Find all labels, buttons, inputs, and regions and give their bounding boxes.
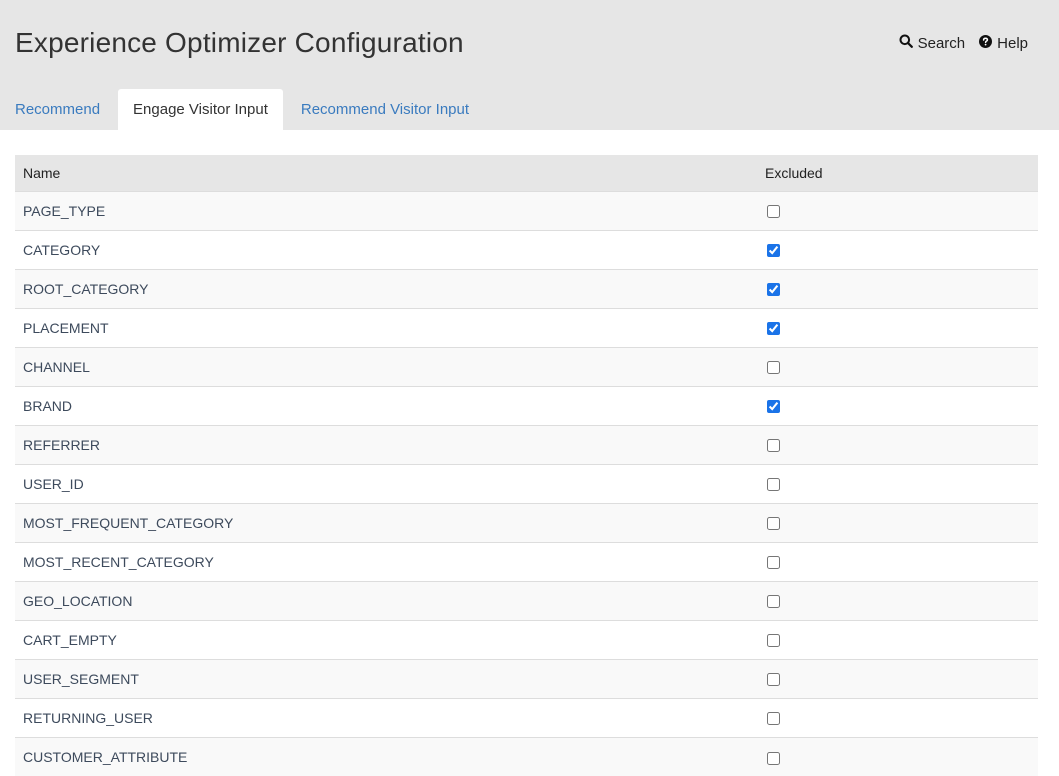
- search-link[interactable]: Search: [899, 34, 966, 52]
- row-excluded-cell: [758, 620, 1038, 659]
- row-name: GEO_LOCATION: [23, 592, 133, 609]
- row-excluded-cell: [758, 386, 1038, 425]
- table-row: BRAND: [15, 386, 1038, 425]
- column-header-name: Name: [23, 164, 61, 181]
- table-row: CATEGORY: [15, 230, 1038, 269]
- excluded-checkbox[interactable]: [767, 205, 780, 219]
- table-row: PAGE_TYPE: [15, 191, 1038, 230]
- help-link[interactable]: Help: [979, 34, 1028, 52]
- row-excluded-cell: [758, 737, 1038, 776]
- row-excluded-cell: [758, 425, 1038, 464]
- tab-engage-visitor-input[interactable]: Engage Visitor Input: [118, 89, 283, 130]
- row-name: BRAND: [23, 397, 73, 414]
- row-excluded-cell: [758, 698, 1038, 737]
- visitor-input-table: Name Excluded PAGE_TYPE CATEGORY ROOT_CATE…: [15, 155, 1038, 776]
- table-header-row: Name Excluded: [15, 155, 1038, 191]
- row-name: CHANNEL: [23, 358, 90, 375]
- excluded-checkbox[interactable]: [767, 673, 780, 687]
- row-name: ROOT_CATEGORY: [23, 280, 149, 297]
- page-header: Experience Optimizer Configuration Searc…: [0, 0, 1059, 130]
- excluded-checkbox[interactable]: [767, 556, 780, 570]
- row-name: USER_SEGMENT: [23, 670, 139, 687]
- table-row: CUSTOMER_ATTRIBUTE: [15, 737, 1038, 776]
- question-circle-icon: [979, 34, 993, 52]
- help-label: Help: [997, 34, 1028, 52]
- row-excluded-cell: [758, 464, 1038, 503]
- row-excluded-cell: [758, 542, 1038, 581]
- row-name: CATEGORY: [23, 241, 101, 258]
- table-row: USER_ID: [15, 464, 1038, 503]
- table-body: PAGE_TYPE CATEGORY ROOT_CATEGORY PLACEMENT C…: [15, 191, 1038, 776]
- excluded-checkbox[interactable]: [767, 400, 780, 414]
- table-row: PLACEMENT: [15, 308, 1038, 347]
- row-excluded-cell: [758, 503, 1038, 542]
- row-name: RETURNING_USER: [23, 709, 153, 726]
- excluded-checkbox[interactable]: [767, 751, 780, 765]
- row-excluded-cell: [758, 308, 1038, 347]
- row-name: MOST_RECENT_CATEGORY: [23, 553, 214, 570]
- page-title: Experience Optimizer Configuration: [15, 27, 464, 58]
- column-header-excluded: Excluded: [765, 164, 823, 181]
- row-name: USER_ID: [23, 475, 84, 492]
- tab-bar: Recommend Engage Visitor Input Recommend…: [0, 89, 484, 130]
- tab-recommend[interactable]: Recommend: [0, 89, 115, 130]
- row-name: MOST_FREQUENT_CATEGORY: [23, 514, 234, 531]
- table-row: RETURNING_USER: [15, 698, 1038, 737]
- table-row: MOST_RECENT_CATEGORY: [15, 542, 1038, 581]
- table-row: ROOT_CATEGORY: [15, 269, 1038, 308]
- excluded-checkbox[interactable]: [767, 361, 780, 375]
- table-row: USER_SEGMENT: [15, 659, 1038, 698]
- row-excluded-cell: [758, 269, 1038, 308]
- row-name: CUSTOMER_ATTRIBUTE: [23, 748, 188, 765]
- table-row: CART_EMPTY: [15, 620, 1038, 659]
- tab-recommend-visitor-input[interactable]: Recommend Visitor Input: [286, 89, 484, 130]
- excluded-checkbox[interactable]: [767, 517, 780, 531]
- excluded-checkbox[interactable]: [767, 712, 780, 726]
- row-name: CART_EMPTY: [23, 631, 117, 648]
- row-name: PAGE_TYPE: [23, 202, 106, 219]
- excluded-checkbox[interactable]: [767, 478, 780, 492]
- row-name: PLACEMENT: [23, 319, 109, 336]
- table-row: GEO_LOCATION: [15, 581, 1038, 620]
- row-excluded-cell: [758, 191, 1038, 230]
- row-excluded-cell: [758, 659, 1038, 698]
- row-excluded-cell: [758, 581, 1038, 620]
- main-content: Name Excluded PAGE_TYPE CATEGORY ROOT_CATE…: [0, 130, 1059, 776]
- table-row: MOST_FREQUENT_CATEGORY: [15, 503, 1038, 542]
- top-links: Search Help: [899, 34, 1028, 52]
- excluded-checkbox[interactable]: [767, 283, 780, 297]
- excluded-checkbox[interactable]: [767, 634, 780, 648]
- excluded-checkbox[interactable]: [767, 322, 780, 336]
- excluded-checkbox[interactable]: [767, 439, 780, 453]
- search-icon: [899, 34, 913, 52]
- excluded-checkbox[interactable]: [767, 244, 780, 258]
- row-name: REFERRER: [23, 436, 101, 453]
- search-label: Search: [917, 34, 966, 52]
- excluded-checkbox[interactable]: [767, 595, 780, 609]
- table-row: CHANNEL: [15, 347, 1038, 386]
- table-row: REFERRER: [15, 425, 1038, 464]
- row-excluded-cell: [758, 347, 1038, 386]
- row-excluded-cell: [758, 230, 1038, 269]
